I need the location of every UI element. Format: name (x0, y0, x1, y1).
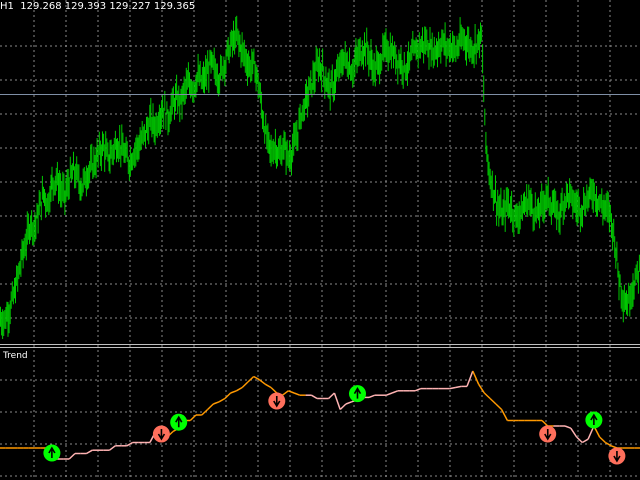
trend-segment (477, 383, 485, 394)
trend-segment (489, 397, 497, 405)
trend-segment (253, 375, 260, 381)
trading-chart[interactable] (0, 0, 640, 480)
trend-segment (86, 449, 93, 455)
trend-segment (68, 452, 76, 460)
trend-segment (391, 390, 399, 394)
trend-segment (414, 387, 422, 392)
trend-segment (109, 445, 116, 451)
trend-segment (189, 414, 197, 422)
trend-segment (500, 409, 509, 421)
trend-segment (581, 438, 589, 444)
symbol-ohlc-header: H1 129.268 129.393 129.227 129.365 (0, 1, 195, 12)
trend-segment (328, 392, 335, 400)
trend-segment (599, 436, 606, 444)
trend-segment (207, 403, 214, 411)
trend-segment (466, 370, 474, 387)
ohlc-values: 129.268 129.393 129.227 129.365 (20, 1, 196, 12)
trend-segment (455, 385, 462, 389)
trend-segment (230, 390, 237, 394)
timeframe-label: H1 (0, 1, 14, 12)
trend-segment (345, 401, 352, 405)
trend-segment (495, 403, 503, 411)
trend-segment (293, 392, 301, 396)
trend-segment (368, 394, 376, 399)
trend-segment (541, 419, 549, 427)
trend-segment (213, 401, 220, 405)
trend-segment (236, 386, 243, 392)
trend-segment (241, 381, 249, 389)
indicator-name: Trend (3, 351, 28, 361)
trend-segment (449, 386, 456, 390)
trend-indicator-line (0, 370, 640, 460)
trend-segment (576, 436, 583, 444)
trend-segment (564, 425, 572, 429)
trend-segment (264, 383, 272, 389)
price-candles (0, 15, 640, 339)
trend-segment (386, 392, 393, 396)
trend-signal-arrows (43, 385, 626, 465)
trend-segment (270, 386, 278, 394)
trend-segment (288, 390, 295, 394)
trend-segment (570, 427, 578, 438)
trend-segment (483, 392, 491, 400)
trend-segment (247, 375, 255, 383)
trend-segment (339, 403, 347, 411)
trend-segment (472, 370, 480, 385)
trend-segment (282, 390, 289, 396)
trend-segment (259, 379, 266, 385)
trend-segment (311, 394, 318, 400)
trend-segment (333, 392, 341, 410)
trend-segment (218, 397, 226, 403)
